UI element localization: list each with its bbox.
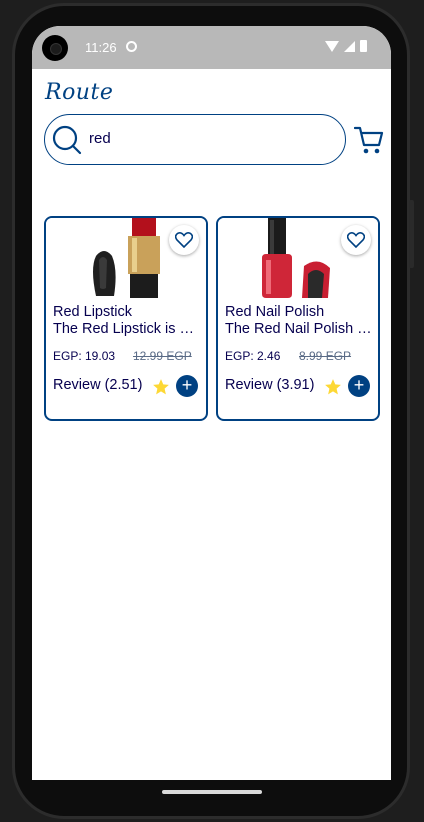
product-title: Red Nail Polish	[225, 304, 325, 320]
search-icon	[52, 125, 82, 155]
add-to-cart-button[interactable]: +	[348, 375, 370, 397]
search-input[interactable]: red	[44, 114, 346, 165]
favorite-button[interactable]	[341, 225, 371, 255]
status-bar: 11:26	[32, 26, 391, 69]
wifi-icon	[325, 40, 339, 52]
gesture-navigation-bar[interactable]	[162, 790, 262, 794]
product-description: The Red Lipstick is a classic	[53, 321, 201, 337]
camera-cutout	[42, 35, 68, 61]
heart-icon	[347, 232, 365, 248]
search-value[interactable]: red	[89, 130, 111, 147]
app-screen: 11:26 Route red Red Lipstick The Red Lip…	[32, 26, 391, 780]
battery-icon	[360, 40, 367, 52]
product-review: Review (3.91)	[225, 377, 315, 393]
add-to-cart-button[interactable]: +	[176, 375, 198, 397]
product-price: EGP: 2.46	[225, 349, 281, 363]
favorite-button[interactable]	[169, 225, 199, 255]
heart-icon	[175, 232, 193, 248]
product-review: Review (2.51)	[53, 377, 143, 393]
star-icon	[325, 379, 341, 395]
status-time: 11:26	[85, 40, 117, 55]
product-card[interactable]: Red Lipstick The Red Lipstick is a class…	[44, 216, 208, 421]
app-logo: Route	[45, 80, 114, 105]
product-description: The Red Nail Polish offers	[225, 321, 373, 337]
product-old-price: 8.99 EGP	[299, 349, 352, 363]
power-button	[409, 200, 414, 268]
product-title: Red Lipstick	[53, 304, 132, 320]
notification-icon	[126, 41, 137, 52]
star-icon	[153, 379, 169, 395]
product-price: EGP: 19.03	[53, 349, 116, 363]
cart-icon[interactable]	[354, 125, 384, 155]
product-card[interactable]: Red Nail Polish The Red Nail Polish off e…	[216, 216, 380, 421]
signal-icon	[344, 40, 355, 52]
status-icons	[325, 40, 367, 52]
product-old-price: 12.99 EGP	[133, 349, 192, 363]
